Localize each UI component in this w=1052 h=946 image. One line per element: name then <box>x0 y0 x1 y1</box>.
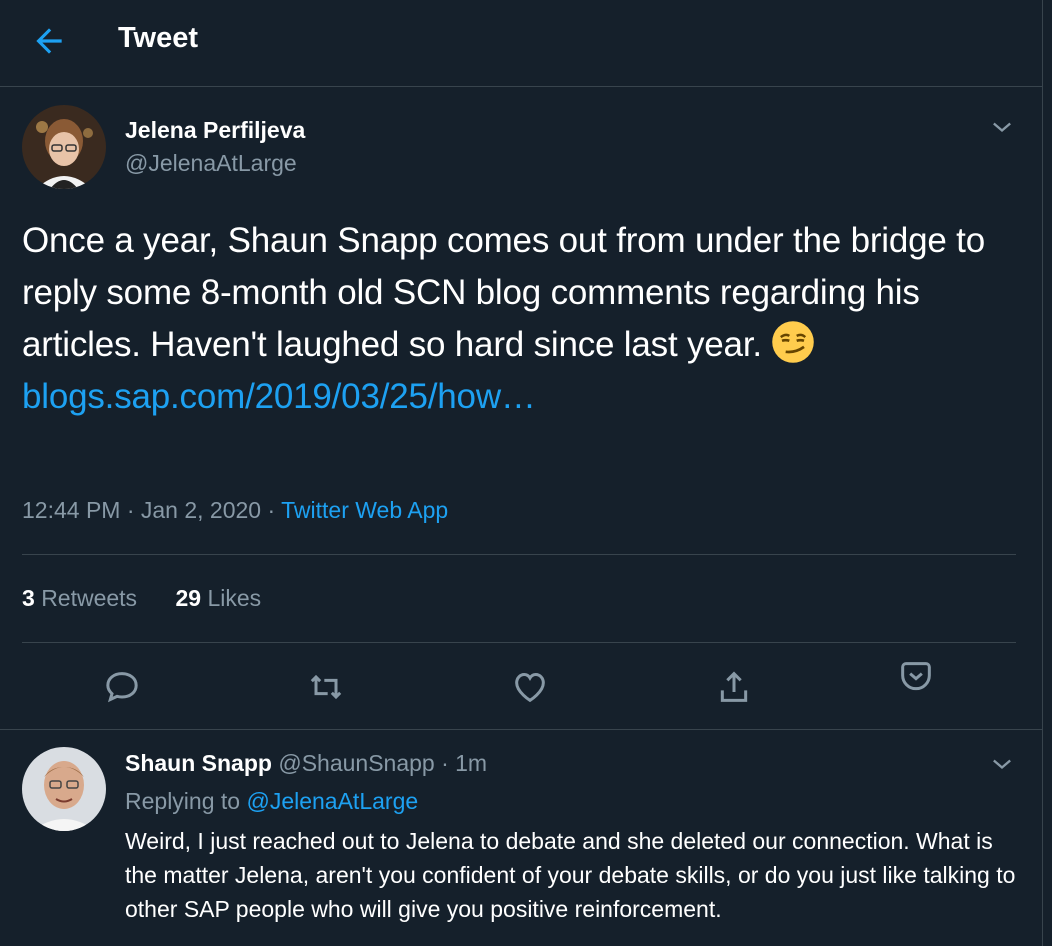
author-handle[interactable]: @JelenaAtLarge <box>125 150 297 177</box>
divider <box>22 642 1016 643</box>
bookmark-icon[interactable] <box>896 657 936 697</box>
reply-author[interactable]: Shaun Snapp @ShaunSnapp · 1m <box>125 750 487 777</box>
reply-text: Weird, I just reached out to Jelena to d… <box>125 828 1016 922</box>
replying-handle-link[interactable]: @JelenaAtLarge <box>246 788 418 814</box>
main-tweet: Jelena Perfiljeva @JelenaAtLarge Once a … <box>0 87 1043 730</box>
top-bar: Tweet <box>0 0 1043 87</box>
tweet-text: Once a year, Shaun Snapp comes out from … <box>22 215 1012 423</box>
avatar[interactable] <box>22 747 106 831</box>
tweet-meta: 12:44 PM · Jan 2, 2020 · Twitter Web App <box>22 497 448 524</box>
divider <box>22 554 1016 555</box>
like-icon[interactable] <box>510 667 550 707</box>
retweets-stat[interactable]: 3 Retweets <box>22 585 137 611</box>
reply-author-meta: @ShaunSnapp · 1m <box>278 750 488 776</box>
tweet-stats: 3 Retweets 29 Likes <box>22 585 293 612</box>
tweet-body: Once a year, Shaun Snapp comes out from … <box>22 221 985 364</box>
reply-icon[interactable] <box>102 667 142 707</box>
chevron-down-icon[interactable] <box>988 113 1016 141</box>
replying-to: Replying to @JelenaAtLarge <box>125 788 418 815</box>
reply-tweet[interactable]: Shaun Snapp @ShaunSnapp · 1m Replying to… <box>0 730 1043 946</box>
replying-label: Replying to <box>125 788 247 814</box>
tweet-time[interactable]: 12:44 PM · Jan 2, 2020 · <box>22 497 281 523</box>
reply-author-name[interactable]: Shaun Snapp <box>125 750 272 776</box>
arrow-left-icon[interactable] <box>30 22 68 60</box>
scrollbar[interactable] <box>1042 0 1052 946</box>
likes-count: 29 <box>175 585 202 611</box>
likes-label: Likes <box>207 585 262 611</box>
tweet-source[interactable]: Twitter Web App <box>281 497 448 523</box>
tweet-link[interactable]: blogs.sap.com/2019/03/25/how… <box>22 377 536 416</box>
share-icon[interactable] <box>714 667 754 707</box>
avatar[interactable] <box>22 105 106 189</box>
chevron-down-icon[interactable] <box>988 750 1016 778</box>
retweet-icon[interactable] <box>306 667 346 707</box>
likes-stat[interactable]: 29 Likes <box>175 585 261 611</box>
retweets-label: Retweets <box>41 585 138 611</box>
page-title: Tweet <box>118 22 199 54</box>
author-name[interactable]: Jelena Perfiljeva <box>125 117 305 144</box>
smirking-face-icon <box>772 321 815 363</box>
retweets-count: 3 <box>22 585 35 611</box>
